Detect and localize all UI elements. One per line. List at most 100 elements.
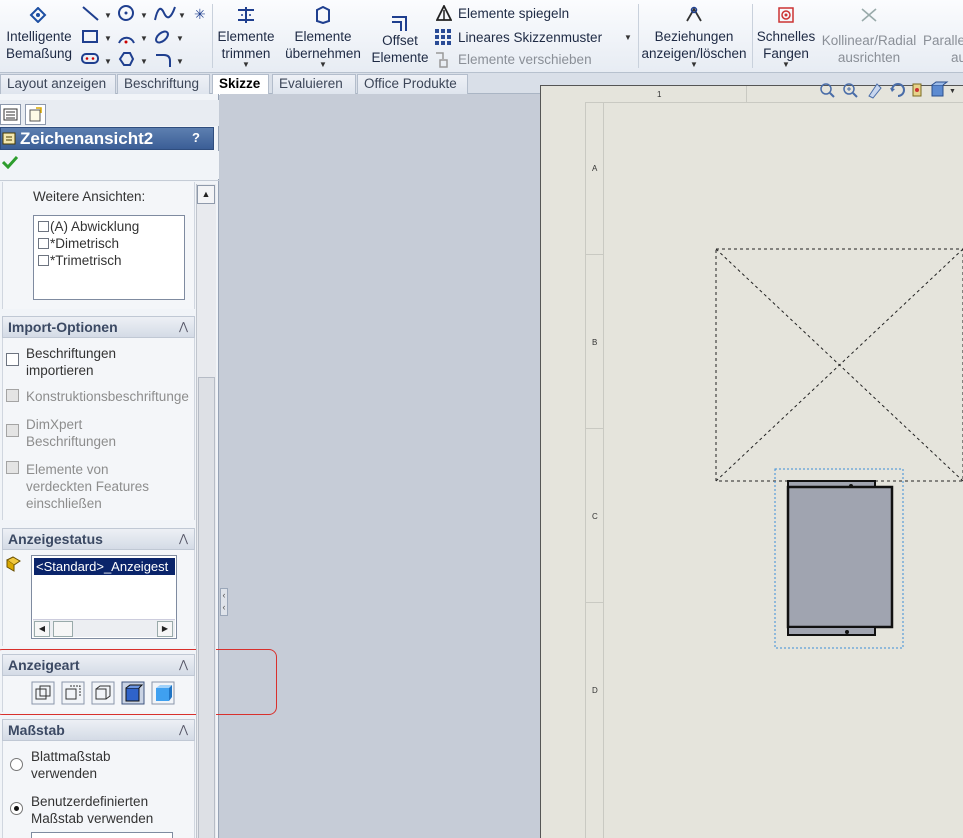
more-views-label: Weitere Ansichten: xyxy=(33,189,146,204)
scroll-thumb[interactable] xyxy=(198,377,215,838)
pattern-dropdown-icon[interactable]: ▼ xyxy=(624,33,632,42)
scroll-left-arrow-icon[interactable]: ◀ xyxy=(34,621,50,637)
pm-vertical-scrollbar[interactable]: ▲ xyxy=(196,184,216,838)
quick-snaps-icon xyxy=(778,7,794,23)
linear-pattern-icon xyxy=(435,29,451,45)
collinear-align-button[interactable]: Kollinear/Radial ausrichten xyxy=(820,4,918,70)
pm-header-divider xyxy=(0,180,219,181)
display-state-list[interactable]: <Standard>_Anzeigest ◀ ▶ xyxy=(31,555,177,639)
pm-title: Zeichenansicht2 xyxy=(0,127,214,150)
list-item[interactable]: (A) Abwicklung xyxy=(36,218,181,235)
mirror-entities-button[interactable]: Elemente spiegeln xyxy=(434,4,634,25)
hidden-features-label-3: einschließen xyxy=(26,496,102,511)
move-icon xyxy=(436,52,448,68)
convert-label-1: Elemente xyxy=(294,29,352,44)
parallel-button[interactable]: Parallel au xyxy=(922,4,963,70)
sheet-border-top xyxy=(585,102,963,103)
custom-scale-label-1: Benutzerdefinierten xyxy=(31,794,149,809)
svg-text:▼: ▼ xyxy=(140,34,148,43)
tab-office-produkte[interactable]: Office Produkte xyxy=(357,74,468,94)
collapse-chevron-icon[interactable]: ⋀ xyxy=(179,529,188,549)
import-options-header[interactable]: Import-Optionen ⋀ xyxy=(2,316,195,338)
horizontal-scrollbar[interactable]: ◀ ▶ xyxy=(33,619,175,637)
hidden-features-checkbox[interactable] xyxy=(6,461,19,474)
list-item[interactable]: *Dimetrisch xyxy=(36,235,181,252)
sheet-zone-top-divider xyxy=(746,86,747,102)
panel-collapse-handle[interactable]: ‹ ‹ xyxy=(220,588,228,616)
offset-label-2: Elemente xyxy=(371,50,429,65)
relations-icon xyxy=(686,6,702,22)
more-views-list[interactable]: (A) Abwicklung *Dimetrisch *Trimetrisch xyxy=(33,215,185,300)
empty-view-placeholder[interactable] xyxy=(715,248,963,482)
linear-pattern-button[interactable]: Lineares Skizzenmuster ▼ xyxy=(434,27,634,48)
tab-evaluieren[interactable]: Evaluieren xyxy=(272,74,356,94)
import-options-title: Import-Optionen xyxy=(8,319,118,335)
offset-entities-button[interactable]: Offset Elemente xyxy=(369,4,431,70)
dimxpert-annotations-checkbox[interactable] xyxy=(6,424,19,437)
move-entities-button[interactable]: Elemente verschieben xyxy=(434,50,634,71)
property-manager-tab[interactable] xyxy=(25,104,46,125)
tab-skizze[interactable]: Skizze xyxy=(212,74,269,95)
command-manager-ribbon: Intelligente Bemaßung ✳ ▼ ▼ ▼ ▼ ▼ ▼ ▼ ▼ ▼ Elemen… xyxy=(0,0,963,73)
scale-select[interactable] xyxy=(31,832,173,838)
drawing-sheet[interactable]: 1 A B C D ▼ xyxy=(540,81,963,838)
display-delete-relations-button[interactable]: Beziehungen anzeigen/löschen ▼ xyxy=(640,4,748,70)
spline-icon xyxy=(154,6,176,21)
drawing-view-part[interactable] xyxy=(774,468,904,650)
feature-tree-tab[interactable] xyxy=(0,104,21,125)
sheet-scale-label-2: verwenden xyxy=(31,766,98,781)
quick-snaps-button[interactable]: Schnelles Fangen ▼ xyxy=(754,4,818,70)
help-icon[interactable]: ? xyxy=(192,130,200,145)
display-state-header[interactable]: Anzeigestatus ⋀ xyxy=(2,528,195,550)
sheet-zone-left xyxy=(603,102,604,838)
list-item[interactable]: *Trimetrisch xyxy=(36,252,181,269)
sketch-tools-icons[interactable]: ✳ ▼ ▼ ▼ ▼ ▼ ▼ ▼ ▼ ▼ xyxy=(80,4,210,68)
relations-dropdown-icon[interactable]: ▼ xyxy=(690,60,698,69)
convert-entities-button[interactable]: Elemente übernehmen ▼ xyxy=(280,4,366,70)
fillet-icon xyxy=(156,54,171,67)
design-annotations-label: Konstruktionsbeschriftunge xyxy=(26,389,189,404)
scale-title: Maßstab xyxy=(8,722,65,738)
svg-text:▼: ▼ xyxy=(949,88,956,95)
import-annotations-label-1: Beschriftungen xyxy=(26,346,117,361)
drawing-view-icon xyxy=(2,132,16,145)
zone-divider xyxy=(585,428,603,429)
trim-label-1: Elemente xyxy=(217,29,275,44)
snaps-dropdown-icon[interactable]: ▼ xyxy=(782,60,790,69)
dimxpert-label-2: Beschriftungen xyxy=(26,434,117,449)
view-checkbox[interactable] xyxy=(38,238,49,249)
custom-scale-label-2: Maßstab verwenden xyxy=(31,811,154,826)
tab-layout-anzeigen[interactable]: Layout anzeigen xyxy=(0,74,116,94)
sheet-scale-radio[interactable] xyxy=(10,758,23,771)
scroll-thumb[interactable] xyxy=(53,621,73,637)
collapse-chevron-icon[interactable]: ⋀ xyxy=(179,720,188,740)
svg-text:✳: ✳ xyxy=(194,6,206,22)
custom-scale-radio[interactable] xyxy=(10,802,23,815)
arc-icon xyxy=(118,36,135,44)
scale-header[interactable]: Maßstab ⋀ xyxy=(2,719,195,741)
offset-label-1: Offset xyxy=(382,33,418,48)
dimxpert-label-1: DimXpert xyxy=(26,417,83,432)
zone-label-top: 1 xyxy=(657,90,662,99)
display-state-title: Anzeigestatus xyxy=(8,531,103,547)
collapse-chevron-icon[interactable]: ⋀ xyxy=(179,317,188,337)
convert-dropdown-icon[interactable]: ▼ xyxy=(319,60,327,69)
design-annotations-checkbox[interactable] xyxy=(6,389,19,402)
import-annotations-checkbox[interactable] xyxy=(6,353,19,366)
heads-up-view-toolbar[interactable]: ▼ xyxy=(817,80,963,100)
tab-beschriftung[interactable]: Beschriftung xyxy=(117,74,210,94)
scroll-right-arrow-icon[interactable]: ▶ xyxy=(157,621,173,637)
ok-checkmark-icon[interactable] xyxy=(2,155,18,169)
hidden-features-label-2: verdeckten Features xyxy=(26,479,150,494)
trim-dropdown-icon[interactable]: ▼ xyxy=(242,60,250,69)
view-checkbox[interactable] xyxy=(38,221,49,232)
property-manager-icon xyxy=(29,107,42,122)
svg-text:▼: ▼ xyxy=(104,11,112,20)
trim-entities-button[interactable]: Elemente trimmen ▼ xyxy=(214,4,278,70)
scroll-up-arrow-icon[interactable]: ▲ xyxy=(197,185,215,204)
view-checkbox[interactable] xyxy=(38,255,49,266)
ribbon-divider xyxy=(752,4,753,68)
list-item[interactable]: <Standard>_Anzeigest xyxy=(34,558,175,575)
smart-dimension-button[interactable]: Intelligente Bemaßung xyxy=(2,4,74,66)
svg-text:▼: ▼ xyxy=(140,11,148,20)
